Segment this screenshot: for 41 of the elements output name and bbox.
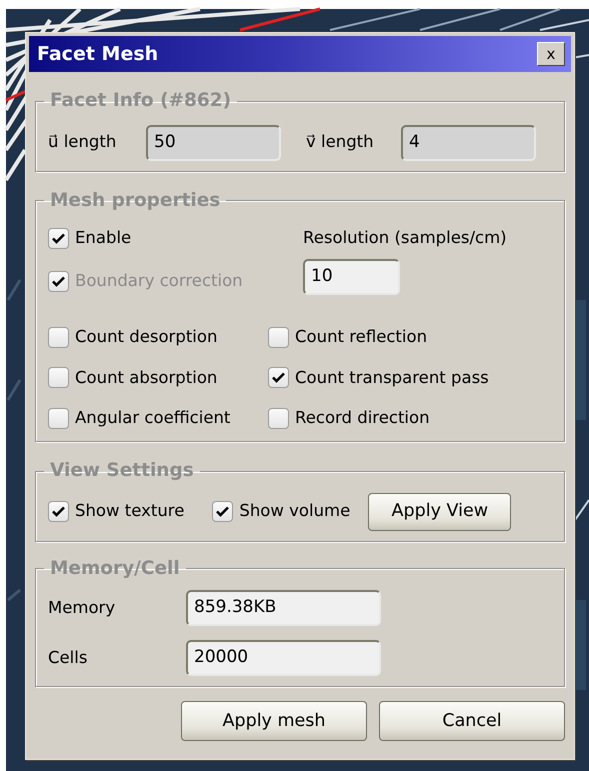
check-icon — [52, 506, 65, 517]
group-title: Facet Info (#862) — [49, 92, 232, 110]
checkbox-label: Record direction — [295, 407, 430, 430]
check-icon — [52, 232, 65, 244]
apply-mesh-button[interactable]: Apply mesh — [181, 701, 367, 741]
apply-view-button[interactable]: Apply View — [368, 492, 512, 530]
input-field[interactable]: 859.38KB — [186, 590, 381, 626]
window-title: Facet Mesh — [37, 42, 158, 67]
checkbox-label: Count absorption — [75, 366, 218, 388]
checkbox[interactable] — [48, 408, 69, 430]
checkbox-label: Show texture — [75, 500, 184, 522]
checkbox-label: Angular coefficient — [75, 407, 230, 430]
group-title: Memory/Cell — [49, 560, 181, 578]
close-button[interactable]: x — [537, 42, 565, 66]
check-icon — [216, 506, 230, 517]
checkbox[interactable] — [48, 367, 69, 388]
group-title: View Settings — [49, 462, 195, 480]
checkbox[interactable] — [268, 367, 289, 388]
checkbox-label: Count reflection — [295, 326, 428, 348]
field-label: Resolution (samples/cm) — [303, 227, 507, 249]
checkbox[interactable] — [268, 326, 289, 348]
check-icon — [52, 276, 65, 287]
input-field[interactable]: 20000 — [186, 640, 381, 676]
group-title: Mesh properties — [49, 192, 222, 210]
cancel-button[interactable]: Cancel — [379, 701, 565, 741]
checkbox[interactable] — [48, 501, 69, 522]
checkbox-label: Count transparent pass — [295, 366, 489, 388]
field-label: v⃗ length — [306, 131, 375, 154]
field-label: u⃗ length — [48, 131, 118, 154]
field-label: Cells — [48, 646, 88, 669]
checkbox-label: Boundary correction — [75, 270, 243, 292]
checkbox-label: Count desorption — [75, 326, 218, 348]
checkbox[interactable] — [268, 408, 289, 430]
checkbox[interactable] — [212, 501, 234, 522]
field-label: Memory — [48, 596, 116, 619]
checkbox-label: Enable — [75, 227, 132, 249]
checkbox[interactable] — [48, 228, 69, 249]
input-field[interactable]: 10 — [303, 258, 400, 295]
check-icon — [272, 372, 285, 384]
checkbox[interactable] — [48, 326, 69, 348]
checkbox-label: Show volume — [239, 500, 350, 522]
